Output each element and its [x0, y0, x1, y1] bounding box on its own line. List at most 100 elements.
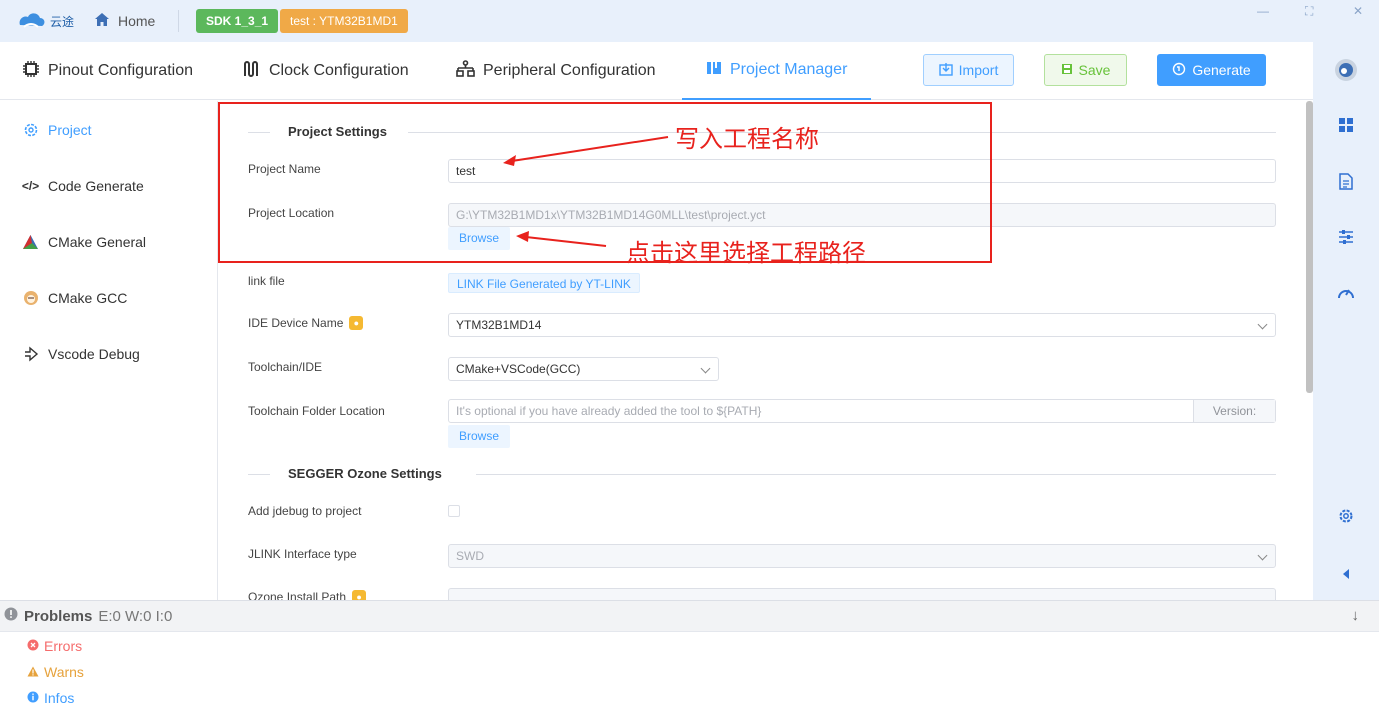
document-icon[interactable]	[1334, 169, 1358, 193]
warns-label: Warns	[44, 664, 84, 680]
sidebar-item-cmake-general[interactable]: CMake General	[22, 233, 146, 250]
ozone-path-label-text: Ozone Install Path	[248, 590, 347, 600]
warning-icon	[27, 664, 39, 680]
sidebar-item-vscode-debug[interactable]: Vscode Debug	[22, 345, 140, 362]
sidebar-item-cmake-gcc[interactable]: CMake GCC	[22, 289, 127, 306]
clock-wave-icon	[243, 60, 261, 83]
sidebar-item-project[interactable]: Project	[22, 121, 92, 138]
ide-device-select[interactable]: YTM32B1MD14	[448, 313, 1276, 337]
toolchain-folder-placeholder: It's optional if you have already added …	[456, 404, 762, 418]
import-button[interactable]: Import	[923, 54, 1014, 86]
toolchain-folder-input[interactable]: It's optional if you have already added …	[448, 399, 1276, 423]
problems-panel: Problems E:0 W:0 I:0 ↓ Errors Warns Info…	[0, 600, 1379, 726]
toolchain-select[interactable]: CMake+VSCode(GCC)	[448, 357, 719, 381]
save-icon	[1061, 62, 1073, 78]
lightbulb-icon[interactable]: ●	[349, 316, 364, 330]
sliders-icon[interactable]	[1334, 225, 1358, 249]
add-jdebug-label: Add jdebug to project	[248, 504, 362, 518]
home-link[interactable]: Home	[94, 12, 155, 30]
chevron-down-icon	[700, 363, 711, 374]
ozone-path-label: Ozone Install Path ●	[248, 590, 367, 600]
ide-device-name-label: IDE Device Name ●	[248, 316, 364, 330]
gcc-icon	[22, 289, 39, 306]
collapse-left-icon[interactable]	[1334, 562, 1358, 586]
problems-header[interactable]: Problems E:0 W:0 I:0 ↓	[0, 601, 1379, 632]
close-icon[interactable]: ✕	[1353, 4, 1363, 18]
arrow-down-icon[interactable]: ↓	[1352, 607, 1360, 624]
grid-icon[interactable]	[1334, 113, 1358, 137]
avatar[interactable]	[1334, 58, 1358, 82]
project-name-input[interactable]: test	[448, 159, 1276, 183]
annotation-project-name: 写入工程名称	[675, 125, 819, 153]
content-scrollbar[interactable]	[1306, 101, 1313, 393]
toolchain-label: Toolchain/IDE	[248, 360, 323, 374]
problems-errors[interactable]: Errors	[27, 638, 82, 654]
toolchain-value: CMake+VSCode(GCC)	[456, 362, 581, 376]
ide-device-value: YTM32B1MD14	[456, 318, 542, 332]
ide-device-label-text: IDE Device Name	[248, 316, 344, 330]
problems-infos[interactable]: Infos	[27, 690, 74, 706]
problems-warns[interactable]: Warns	[27, 664, 84, 680]
debug-arrow-icon	[22, 345, 39, 362]
generate-button[interactable]: Generate	[1157, 54, 1266, 86]
save-label: Save	[1078, 62, 1111, 78]
save-button[interactable]: Save	[1044, 54, 1127, 86]
sidebar-item-label: Project	[48, 121, 92, 138]
tab-peripheral-configuration[interactable]: Peripheral Configuration	[456, 42, 656, 100]
logo-text: 云途	[50, 14, 74, 29]
gauge-icon[interactable]	[1334, 281, 1358, 305]
peripheral-icon	[456, 59, 475, 83]
import-icon	[938, 62, 953, 79]
chip-icon	[22, 60, 40, 83]
tab-label: Project Manager	[730, 61, 848, 78]
sidebar-item-label: CMake General	[48, 233, 147, 250]
settings-sidebar: Project </> Code Generate CMake General …	[0, 101, 218, 600]
segger-section-header: SEGGER Ozone Settings	[248, 465, 1276, 485]
browse-location-button[interactable]: Browse	[448, 227, 511, 250]
jlink-interface-value: SWD	[456, 549, 484, 563]
tab-clock-configuration[interactable]: Clock Configuration	[243, 42, 409, 100]
sidebar-item-label: CMake GCC	[48, 289, 128, 306]
lightbulb-icon[interactable]: ●	[352, 590, 367, 600]
minimize-icon[interactable]: —	[1257, 4, 1269, 18]
maximize-icon[interactable]: ⛶	[1305, 4, 1313, 19]
section-title: SEGGER Ozone Settings	[288, 466, 442, 481]
right-rail	[1313, 42, 1379, 600]
jlink-interface-select: SWD	[448, 544, 1276, 568]
settings-gear-icon[interactable]	[1334, 504, 1358, 528]
errors-label: Errors	[44, 638, 83, 654]
browse-toolchain-button[interactable]: Browse	[448, 425, 511, 448]
sidebar-item-label: Vscode Debug	[48, 345, 140, 362]
title-bar: 云途 Home SDK 1_3_1 test : YTM32B1MD1 — ⛶ …	[0, 0, 1379, 42]
link-file-label: link file	[248, 274, 285, 288]
main-tab-bar: Pinout Configuration Clock Configuration…	[0, 42, 1313, 100]
generate-label: Generate	[1192, 62, 1251, 78]
add-jdebug-checkbox[interactable]	[448, 505, 460, 517]
tab-label: Pinout Configuration	[48, 62, 193, 79]
section-title: Project Settings	[288, 124, 387, 139]
project-name-label: Project Name	[248, 162, 321, 176]
tab-pinout-configuration[interactable]: Pinout Configuration	[22, 42, 193, 100]
jlink-interface-label: JLINK Interface type	[248, 547, 357, 561]
app-logo: 云途	[16, 7, 80, 35]
title-divider	[178, 10, 179, 32]
cmake-icon	[22, 233, 39, 250]
error-icon	[27, 638, 39, 654]
info-circle-icon	[4, 607, 18, 625]
project-settings-panel: Project Settings Project Name test Proje…	[219, 101, 1313, 600]
toolchain-folder-label: Toolchain Folder Location	[248, 404, 385, 418]
chevron-down-icon	[1257, 319, 1268, 330]
sidebar-item-label: Code Generate	[48, 177, 144, 194]
infos-label: Infos	[44, 690, 75, 706]
sidebar-item-code-generate[interactable]: </> Code Generate	[22, 177, 144, 194]
project-icon	[706, 60, 722, 81]
link-file-badge: LINK File Generated by YT-LINK	[448, 273, 640, 293]
problems-counts: E:0 W:0 I:0	[98, 607, 173, 625]
tab-project-manager[interactable]: Project Manager	[682, 42, 871, 100]
sdk-version-tag: SDK 1_3_1	[196, 9, 279, 33]
version-append: Version:	[1193, 400, 1275, 422]
problems-title: Problems	[24, 607, 93, 625]
home-icon	[94, 12, 110, 30]
tab-label: Peripheral Configuration	[483, 62, 656, 79]
chevron-down-icon	[1257, 550, 1268, 561]
